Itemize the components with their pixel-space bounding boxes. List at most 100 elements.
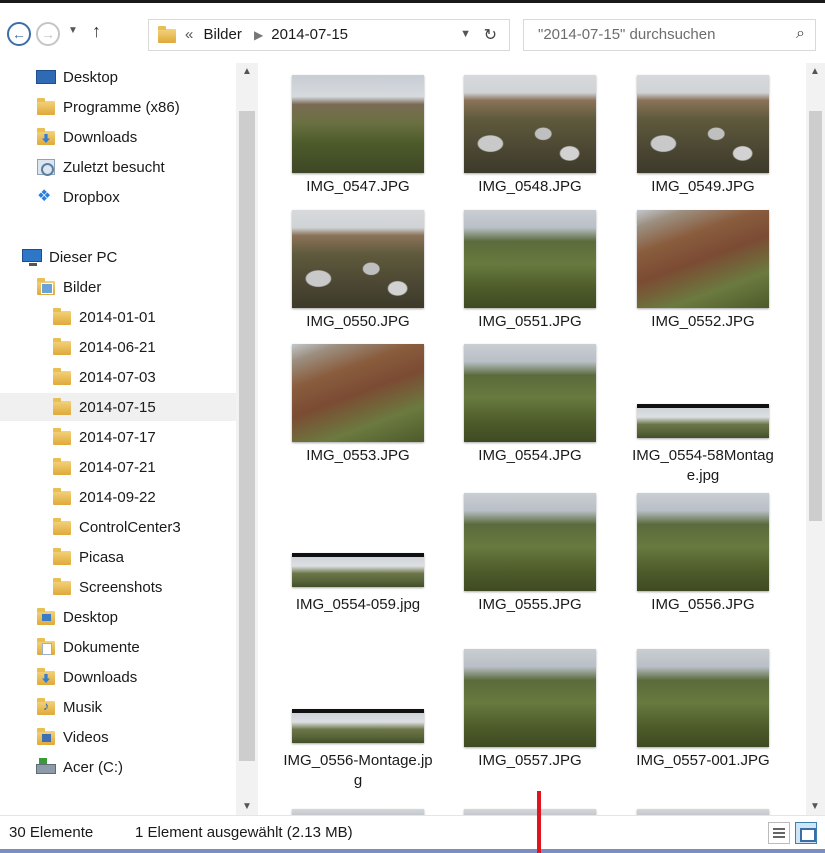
nav-item-folder[interactable]: 2014-01-01 <box>52 303 156 331</box>
scrollbar-thumb[interactable] <box>239 111 255 761</box>
file-name: IMG_0548.JPG <box>478 178 582 195</box>
image-thumbnail <box>292 75 424 173</box>
navigation-pane-scrollbar[interactable]: ▲ ▼ <box>236 63 258 815</box>
nav-item-folder[interactable]: 2014-07-17 <box>52 423 156 451</box>
nav-item-favorite[interactable]: Desktop <box>36 63 118 91</box>
file-tile[interactable]: IMG_0554.JPG <box>460 334 600 484</box>
file-tile[interactable]: IMG_0555.JPG <box>460 483 600 633</box>
nav-item-favorite[interactable]: Zuletzt besucht <box>36 153 165 181</box>
large-icons-view-icon[interactable] <box>795 822 817 844</box>
forward-arrow-icon[interactable]: → <box>36 22 60 46</box>
file-tile[interactable]: IMG_0549.JPG <box>633 65 773 215</box>
scroll-down-icon[interactable]: ▼ <box>242 801 252 812</box>
nav-item-folder[interactable]: Picasa <box>52 543 124 571</box>
search-input[interactable]: "2014-07-15" durchsuchen <box>538 26 715 43</box>
file-tile[interactable]: IMG_0556-Montage.jpg <box>283 639 433 789</box>
file-tile[interactable]: IMG_0557-001.JPG <box>633 639 773 789</box>
file-name: IMG_0554-58Montage.jpg <box>632 447 774 484</box>
breadcrumb-current[interactable]: 2014-07-15 <box>271 26 348 43</box>
recent-places-icon <box>36 158 56 176</box>
nav-item-library[interactable]: Dokumente <box>36 633 140 661</box>
file-name: IMG_0557.JPG <box>478 752 582 769</box>
folder-icon <box>36 98 56 116</box>
scroll-up-icon[interactable]: ▲ <box>242 66 252 77</box>
nav-item-label: 2014-09-22 <box>79 488 156 506</box>
file-tile[interactable]: IMG_0554-059.jpg <box>288 483 428 633</box>
search-icon[interactable]: ⌕ <box>796 25 805 43</box>
scroll-down-icon[interactable]: ▼ <box>810 801 820 812</box>
file-tile[interactable]: IMG_0551.JPG <box>460 200 600 350</box>
nav-item-library[interactable]: Acer (C:) <box>36 753 123 781</box>
nav-item-this-pc[interactable]: Dieser PC <box>22 243 117 271</box>
address-bar[interactable]: « Bilder ▶ 2014-07-15 ▼ ↻ <box>148 19 510 51</box>
nav-item-folder[interactable]: 2014-07-03 <box>52 363 156 391</box>
nav-item-favorite[interactable]: Downloads <box>36 123 137 151</box>
item-count: 30 Elemente <box>9 824 94 841</box>
image-thumbnail <box>464 649 596 747</box>
image-thumbnail <box>292 344 424 442</box>
refresh-icon[interactable]: ↻ <box>484 25 497 45</box>
status-bar: 30 Elemente 1 Element ausgewählt (2.13 M… <box>0 815 825 849</box>
drive-icon <box>36 758 56 776</box>
computer-icon <box>22 248 42 266</box>
file-tile[interactable]: IMG_0548.JPG <box>460 65 600 215</box>
image-thumbnail <box>637 75 769 173</box>
file-tile[interactable]: IMG_0557.JPG <box>460 639 600 789</box>
pictures-folder-icon <box>36 278 56 296</box>
scroll-up-icon[interactable]: ▲ <box>810 66 820 77</box>
documents-folder-icon <box>36 638 56 656</box>
nav-item-folder[interactable]: 2014-07-15 <box>0 393 236 421</box>
folder-icon <box>52 458 72 476</box>
nav-item-folder[interactable]: 2014-06-21 <box>52 333 156 361</box>
nav-item-label: Downloads <box>63 668 138 686</box>
nav-item-library[interactable]: Downloads <box>36 663 137 691</box>
file-tile[interactable]: IMG_0556.JPG <box>633 483 773 633</box>
videos-folder-icon <box>36 728 56 746</box>
nav-item-label: Zuletzt besucht <box>63 158 165 176</box>
breadcrumb-overflow[interactable]: « <box>185 26 193 43</box>
details-view-icon[interactable] <box>768 822 790 844</box>
file-tile[interactable]: IMG_0553.JPG <box>288 334 428 484</box>
breadcrumb-separator-icon[interactable]: ▶ <box>254 28 263 42</box>
nav-item-label: Videos <box>63 728 109 746</box>
nav-item-folder[interactable]: ControlCenter3 <box>52 513 181 541</box>
nav-item-library[interactable]: Desktop <box>36 603 118 631</box>
file-tile[interactable]: IMG_0547.JPG <box>288 65 428 215</box>
nav-item-label: Dieser PC <box>49 248 118 266</box>
nav-item-library[interactable]: Musik <box>36 693 102 721</box>
file-tile[interactable]: IMG_0550.JPG <box>288 200 428 350</box>
file-list: IMG_0547.JPG IMG_0548.JPG IMG_0549.JPG IMG_… <box>258 63 806 815</box>
file-tile[interactable]: IMG_0552.JPG <box>633 200 773 350</box>
nav-item-favorite[interactable]: ❖ Dropbox <box>36 183 120 211</box>
nav-item-label: 2014-01-01 <box>79 308 156 326</box>
search-box[interactable]: "2014-07-15" durchsuchen ⌕ <box>523 19 816 51</box>
file-tile[interactable]: IMG_0554-58Montage.jpg <box>632 334 774 484</box>
file-name: IMG_0547.JPG <box>306 178 410 195</box>
file-name: IMG_0555.JPG <box>478 596 582 613</box>
nav-item-bilder[interactable]: Bilder <box>36 273 101 301</box>
file-list-scrollbar[interactable]: ▲ ▼ <box>806 63 825 815</box>
nav-item-label: Dropbox <box>63 188 120 206</box>
desktop-folder-icon <box>36 608 56 626</box>
annotation-marker <box>537 791 541 853</box>
nav-item-label: ControlCenter3 <box>79 518 181 536</box>
back-arrow-icon[interactable]: ← <box>7 22 31 46</box>
nav-item-label: 2014-06-21 <box>79 338 156 356</box>
nav-item-label: 2014-07-03 <box>79 368 156 386</box>
folder-icon <box>157 26 177 44</box>
nav-item-library[interactable]: Videos <box>36 723 109 751</box>
image-thumbnail <box>292 553 424 587</box>
up-arrow-icon[interactable]: ↑ <box>92 21 101 42</box>
address-dropdown-icon[interactable]: ▼ <box>460 28 471 40</box>
nav-item-favorite[interactable]: Programme (x86) <box>36 93 180 121</box>
nav-item-folder[interactable]: 2014-07-21 <box>52 453 156 481</box>
folder-icon <box>52 338 72 356</box>
recent-locations-chevron-icon[interactable]: ▼ <box>68 25 78 36</box>
nav-item-folder[interactable]: 2014-09-22 <box>52 483 156 511</box>
nav-item-folder[interactable]: Screenshots <box>52 573 162 601</box>
breadcrumb-bilder[interactable]: Bilder <box>204 26 242 43</box>
scrollbar-thumb[interactable] <box>809 111 822 521</box>
nav-item-label: 2014-07-21 <box>79 458 156 476</box>
folder-icon <box>52 548 72 566</box>
nav-item-label: Downloads <box>63 128 138 146</box>
